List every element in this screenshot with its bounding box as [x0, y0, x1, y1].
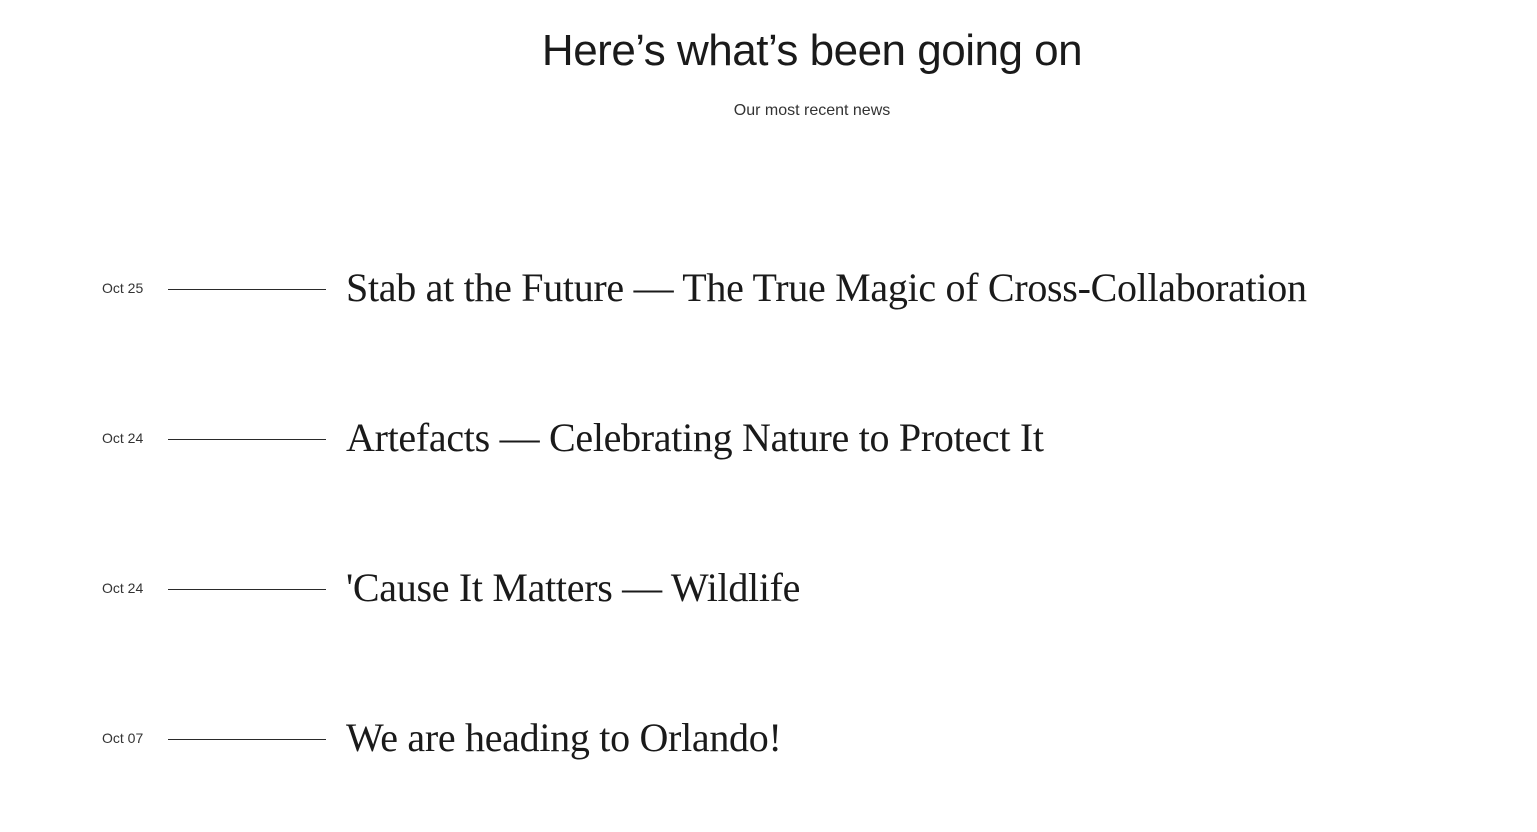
- news-date: Oct 07: [102, 730, 144, 746]
- news-title[interactable]: 'Cause It Matters — Wildlife: [346, 562, 800, 614]
- news-date: Oct 24: [102, 430, 144, 446]
- news-title[interactable]: Stab at the Future — The True Magic of C…: [346, 262, 1307, 314]
- news-item-3[interactable]: Oct 24 'Cause It Matters — Wildlife: [102, 558, 1432, 618]
- news-divider-line: [168, 439, 326, 440]
- news-item-1[interactable]: Oct 25 Stab at the Future — The True Mag…: [102, 258, 1432, 318]
- news-list: Oct 25 Stab at the Future — The True Mag…: [0, 0, 1537, 832]
- news-item-4[interactable]: Oct 07 We are heading to Orlando!: [102, 708, 1432, 768]
- news-divider-line: [168, 739, 326, 740]
- news-date: Oct 24: [102, 580, 144, 596]
- news-title[interactable]: We are heading to Orlando!: [346, 712, 782, 764]
- news-title[interactable]: Artefacts — Celebrating Nature to Protec…: [346, 412, 1044, 464]
- news-divider-line: [168, 289, 326, 290]
- news-divider-line: [168, 589, 326, 590]
- news-item-2[interactable]: Oct 24 Artefacts — Celebrating Nature to…: [102, 408, 1432, 468]
- news-date: Oct 25: [102, 280, 144, 296]
